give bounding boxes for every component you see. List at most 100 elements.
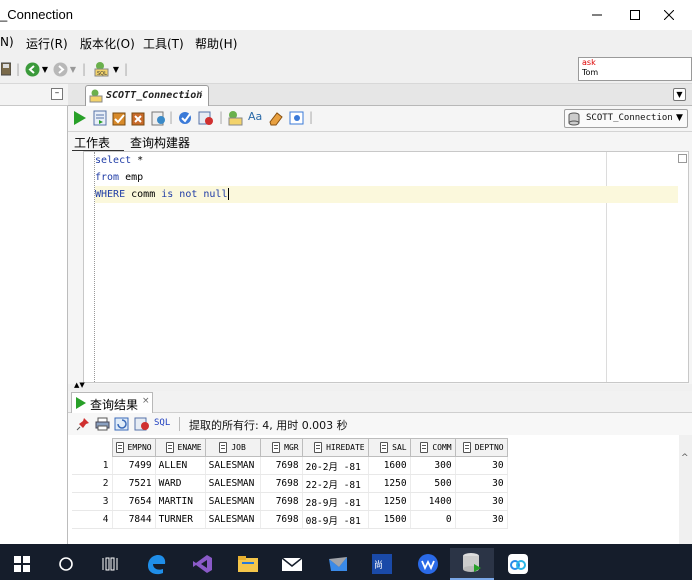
column-header-hiredate[interactable]: HIREDATE (301, 438, 369, 457)
cell-comm[interactable]: 1400 (410, 492, 456, 511)
taskbar-baidu-netdisk[interactable] (496, 548, 540, 580)
cell-deptno[interactable]: 30 (455, 510, 508, 529)
sql-worksheet-icon[interactable]: SQL (92, 61, 110, 77)
task-view-button[interactable] (88, 548, 132, 580)
cell-deptno[interactable]: 30 (455, 492, 508, 511)
cell-ename[interactable]: MARTIN (155, 492, 206, 511)
clear-icon[interactable] (198, 110, 214, 129)
sql-link[interactable]: SQL (154, 418, 170, 428)
format-case-icon[interactable]: Aa (248, 110, 262, 123)
back-icon[interactable] (24, 61, 40, 77)
cell-deptno[interactable]: 30 (455, 456, 508, 475)
start-button[interactable] (0, 548, 44, 580)
document-list-dropdown-icon[interactable]: ▼ (673, 88, 686, 101)
table-row[interactable]: 3 7654 MARTIN SALESMAN 7698 28-9月 -81 12… (72, 492, 508, 511)
refresh-icon[interactable] (114, 417, 130, 434)
scroll-up-icon[interactable]: ^ (681, 453, 689, 463)
cell-sal[interactable]: 1250 (368, 492, 411, 511)
splitter-arrows-icon[interactable]: ▲▼ (74, 382, 85, 389)
cell-hiredate[interactable]: 22-2月 -81 (302, 474, 369, 493)
forward-icon[interactable] (52, 61, 68, 77)
cell-mgr[interactable]: 7698 (260, 510, 303, 529)
autotrace-icon[interactable] (178, 110, 194, 129)
document-tab-scott-connection[interactable]: SCOTT_Connection × (85, 85, 209, 106)
tab-worksheet[interactable]: 工作表 (74, 134, 110, 151)
sql-worksheet-dropdown-icon[interactable]: ▼ (112, 61, 120, 77)
cell-empno[interactable]: 7654 (112, 492, 156, 511)
explain-plan-icon[interactable] (151, 110, 166, 129)
menu-item-navigate[interactable]: N) (0, 35, 14, 49)
column-header-job[interactable]: JOB (204, 438, 261, 457)
close-tab-icon[interactable]: × (142, 396, 150, 406)
cell-ename[interactable]: TURNER (155, 510, 206, 529)
cancel-fetch-icon[interactable] (134, 417, 150, 434)
cell-deptno[interactable]: 30 (455, 474, 508, 493)
menu-item-run[interactable]: 运行(R) (26, 35, 68, 52)
print-icon[interactable] (95, 417, 110, 434)
table-row[interactable]: 2 7521 WARD SALESMAN 7698 22-2月 -81 1250… (72, 474, 508, 493)
pin-icon[interactable] (76, 417, 90, 434)
save-all-icon[interactable] (0, 61, 12, 77)
minimize-panel-icon[interactable]: – (51, 88, 63, 100)
sql-tuning-icon[interactable] (289, 110, 305, 129)
sql-editor[interactable]: select * from emp WHERE comm is not null (83, 151, 689, 383)
cell-empno[interactable]: 7521 (112, 474, 156, 493)
column-header-ename[interactable]: ENAME (154, 438, 206, 457)
cell-sal[interactable]: 1500 (368, 510, 411, 529)
cell-ename[interactable]: ALLEN (155, 456, 206, 475)
eraser-icon[interactable] (268, 110, 284, 129)
taskbar-edge[interactable] (134, 548, 178, 580)
cell-empno[interactable]: 7499 (112, 456, 156, 475)
commit-icon[interactable] (112, 110, 127, 129)
back-dropdown-icon[interactable]: ▼ (41, 61, 49, 77)
taskbar-visual-studio[interactable] (180, 548, 224, 580)
cell-hiredate[interactable]: 20-2月 -81 (302, 456, 369, 475)
taskbar-wps[interactable] (406, 548, 450, 580)
editor-results-splitter[interactable]: ▲▼ (68, 382, 692, 391)
cell-job[interactable]: SALESMAN (205, 456, 261, 475)
taskbar-feishu[interactable] (316, 548, 360, 580)
search-button[interactable] (44, 548, 88, 580)
cell-mgr[interactable]: 7698 (260, 474, 303, 493)
tab-query-result[interactable]: 查询结果 × (71, 392, 153, 413)
cell-hiredate[interactable]: 08-9月 -81 (302, 510, 369, 529)
menu-item-help[interactable]: 帮助(H) (195, 35, 237, 52)
taskbar-file-explorer[interactable] (226, 548, 270, 580)
taskbar-mail[interactable] (270, 548, 314, 580)
cell-mgr[interactable]: 7698 (260, 492, 303, 511)
close-button[interactable] (646, 0, 692, 30)
table-row[interactable]: 1 7499 ALLEN SALESMAN 7698 20-2月 -81 160… (72, 456, 508, 475)
cell-hiredate[interactable]: 28-9月 -81 (302, 492, 369, 511)
run-script-icon[interactable] (93, 110, 107, 129)
menu-item-tools[interactable]: 工具(T) (143, 35, 184, 52)
column-header-deptno[interactable]: DEPTNO (454, 438, 508, 457)
cell-sal[interactable]: 1250 (368, 474, 411, 493)
rollback-icon[interactable] (131, 110, 146, 129)
results-scrollbar[interactable]: ^ (679, 435, 692, 544)
column-header-sal[interactable]: SAL (367, 438, 411, 457)
cell-empno[interactable]: 7844 (112, 510, 156, 529)
cell-job[interactable]: SALESMAN (205, 510, 261, 529)
cell-job[interactable]: SALESMAN (205, 492, 261, 511)
taskbar-app-chinese[interactable]: 尚 (360, 548, 404, 580)
tab-query-builder[interactable]: 查询构建器 (130, 134, 190, 151)
run-statement-icon[interactable] (73, 110, 87, 129)
cell-comm[interactable]: 0 (410, 510, 456, 529)
connection-select[interactable]: SCOTT_Connection ▼ (564, 109, 688, 128)
ask-tom-box[interactable]: ask Tom (578, 57, 692, 81)
cell-job[interactable]: SALESMAN (205, 474, 261, 493)
cell-ename[interactable]: WARD (155, 474, 206, 493)
sql-history-icon[interactable] (227, 110, 245, 129)
cell-sal[interactable]: 1600 (368, 456, 411, 475)
column-header-comm[interactable]: COMM (409, 438, 456, 457)
close-tab-icon[interactable]: × (196, 89, 204, 99)
cell-mgr[interactable]: 7698 (260, 456, 303, 475)
cell-comm[interactable]: 500 (410, 474, 456, 493)
column-header-empno[interactable]: EMPNO (111, 438, 156, 457)
column-header-mgr[interactable]: MGR (259, 438, 303, 457)
forward-dropdown-icon[interactable]: ▼ (69, 61, 77, 77)
menu-item-versioning[interactable]: 版本化(O) (80, 35, 135, 52)
table-row[interactable]: 4 7844 TURNER SALESMAN 7698 08-9月 -81 15… (72, 510, 508, 529)
cell-comm[interactable]: 300 (410, 456, 456, 475)
taskbar-sql-developer[interactable] (450, 548, 494, 580)
